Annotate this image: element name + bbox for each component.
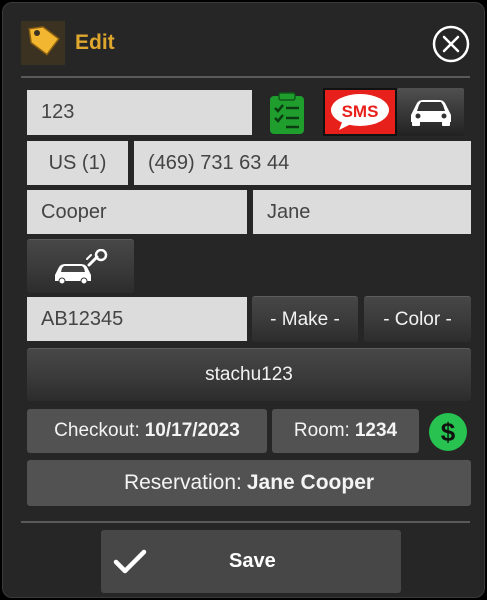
close-circle-icon: [432, 25, 470, 63]
checkout-label: Checkout:: [54, 420, 140, 441]
ticket-number-field[interactable]: 123: [27, 90, 252, 135]
sms-bubble-icon: SMS: [331, 94, 389, 130]
car-button[interactable]: [397, 88, 464, 136]
checkout-button[interactable]: Checkout: 10/17/2023: [27, 409, 267, 453]
payment-button[interactable]: $: [428, 412, 468, 452]
edit-dialog: Edit 123 SMS US (1) (469) 731 63 44 Coop…: [2, 2, 485, 598]
checkout-date: 10/17/2023: [144, 420, 240, 441]
car-icon: [410, 100, 451, 126]
dialog-title: Edit: [75, 31, 115, 54]
sms-button[interactable]: SMS: [323, 88, 397, 136]
make-select[interactable]: - Make -: [252, 296, 358, 342]
valet-button[interactable]: [27, 239, 134, 293]
sms-label: SMS: [342, 102, 379, 121]
reservation-button[interactable]: Reservation: Jane Cooper: [27, 460, 471, 506]
first-name-field[interactable]: Jane: [253, 190, 471, 234]
room-number: 1234: [354, 420, 398, 441]
reservation-label: Reservation:: [123, 471, 242, 494]
username-field[interactable]: stachu123: [27, 348, 471, 401]
title-divider: [21, 76, 470, 78]
country-code-select[interactable]: US (1): [27, 141, 128, 185]
color-select[interactable]: - Color -: [364, 296, 471, 342]
footer-divider: [21, 521, 470, 523]
svg-text:$: $: [441, 417, 456, 447]
car-key-icon: [54, 248, 107, 284]
close-button[interactable]: [432, 25, 470, 63]
checklist-icon: [270, 92, 304, 134]
save-button[interactable]: Save: [101, 530, 401, 593]
checkmark-icon: [113, 549, 147, 574]
last-name-field[interactable]: Cooper: [27, 190, 247, 234]
reservation-name: Jane Cooper: [246, 471, 375, 494]
plate-field[interactable]: AB12345: [27, 297, 247, 341]
room-label: Room:: [293, 420, 350, 441]
dollar-icon: $: [429, 413, 467, 451]
phone-field[interactable]: (469) 731 63 44: [134, 141, 471, 185]
checklist-button[interactable]: [267, 92, 307, 136]
tag-icon: [21, 21, 65, 65]
room-button[interactable]: Room: 1234: [272, 409, 419, 453]
save-label: Save: [229, 550, 276, 572]
